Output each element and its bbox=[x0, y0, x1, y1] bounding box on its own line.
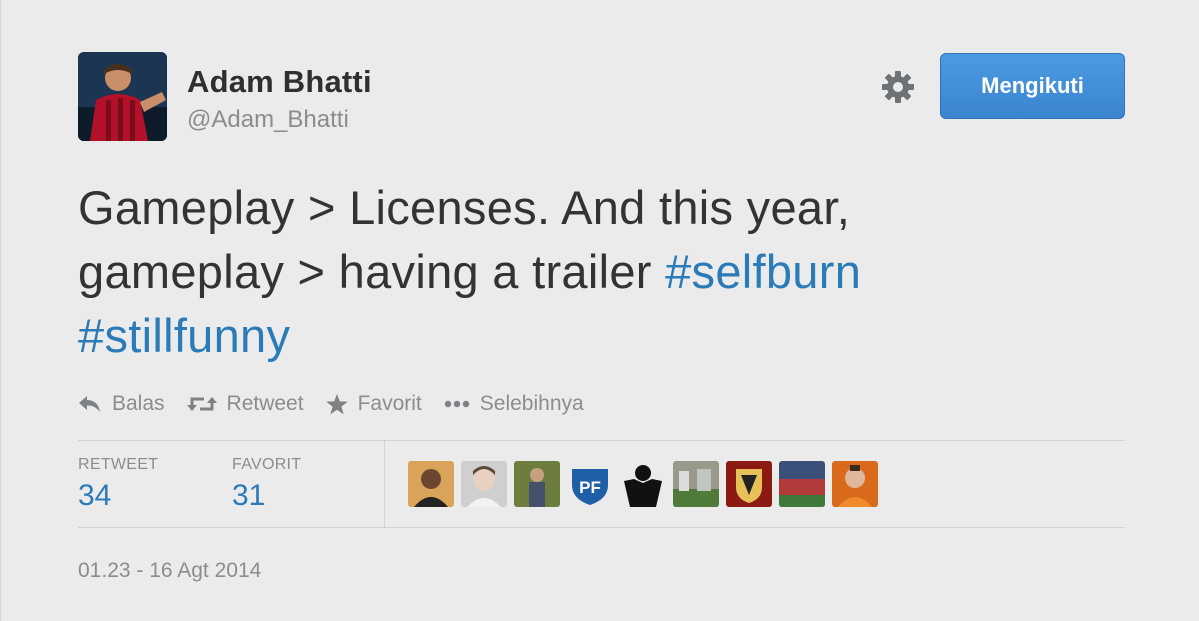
tweet-actions: Balas Retweet Favorit Selebihnya bbox=[78, 390, 606, 418]
reply-action[interactable]: Balas bbox=[78, 392, 165, 416]
retweet-count-label: RETWEET bbox=[78, 456, 159, 473]
favoriter-avatar[interactable] bbox=[461, 461, 507, 507]
favoriter-avatar[interactable] bbox=[620, 461, 666, 507]
user-handle[interactable]: @Adam_Bhatti bbox=[187, 106, 349, 134]
favoriter-avatar[interactable]: PF bbox=[567, 461, 613, 507]
avatar[interactable] bbox=[78, 52, 167, 141]
retweet-count[interactable]: 34 bbox=[78, 479, 111, 513]
favorite-count[interactable]: 31 bbox=[232, 479, 265, 513]
favoriter-avatar[interactable] bbox=[779, 461, 825, 507]
tweet-text: Gameplay > Licenses. And this year, game… bbox=[78, 176, 1128, 368]
hashtag-selfburn[interactable]: #selfburn bbox=[665, 245, 861, 298]
retweet-icon bbox=[186, 397, 217, 411]
more-dots-icon bbox=[444, 400, 469, 408]
tweet-timestamp[interactable]: 01.23 - 16 Agt 2014 bbox=[78, 559, 261, 583]
star-icon bbox=[325, 393, 348, 414]
display-name[interactable]: Adam Bhatti bbox=[187, 64, 372, 100]
tweet-line-3: #stillfunny bbox=[78, 304, 1128, 368]
reply-icon bbox=[79, 396, 100, 412]
tweet-line-2: gameplay > having a trailer #selfburn bbox=[78, 240, 1128, 304]
svg-text:PF: PF bbox=[579, 478, 601, 497]
hashtag-stillfunny[interactable]: #stillfunny bbox=[78, 309, 290, 362]
favorite-count-label: FAVORIT bbox=[232, 456, 302, 473]
favoriter-avatar[interactable] bbox=[514, 461, 560, 507]
more-action[interactable]: Selebihnya bbox=[444, 392, 584, 416]
divider-bottom bbox=[78, 527, 1125, 528]
reply-label: Balas bbox=[112, 392, 165, 415]
retweet-action[interactable]: Retweet bbox=[186, 392, 304, 416]
divider-top bbox=[78, 440, 1125, 441]
favoriter-avatar[interactable] bbox=[408, 461, 454, 507]
tweet-line-2-text: gameplay > having a trailer bbox=[78, 245, 666, 298]
more-label: Selebihnya bbox=[479, 392, 584, 415]
favoriters-facepile: PF bbox=[408, 461, 885, 507]
favorite-label: Favorit bbox=[357, 392, 422, 415]
favoriter-avatar[interactable] bbox=[832, 461, 878, 507]
stats-divider bbox=[384, 441, 385, 527]
tweet-card: Adam Bhatti @Adam_Bhatti Mengikuti Gamep… bbox=[0, 0, 1199, 621]
tweet-line-1: Gameplay > Licenses. And this year, bbox=[78, 181, 851, 234]
following-button[interactable]: Mengikuti bbox=[940, 53, 1125, 119]
favoriter-avatar[interactable] bbox=[673, 461, 719, 507]
favoriter-avatar[interactable] bbox=[726, 461, 772, 507]
retweet-label: Retweet bbox=[226, 392, 304, 415]
gear-icon[interactable] bbox=[881, 70, 915, 104]
favorite-action[interactable]: Favorit bbox=[325, 392, 422, 416]
